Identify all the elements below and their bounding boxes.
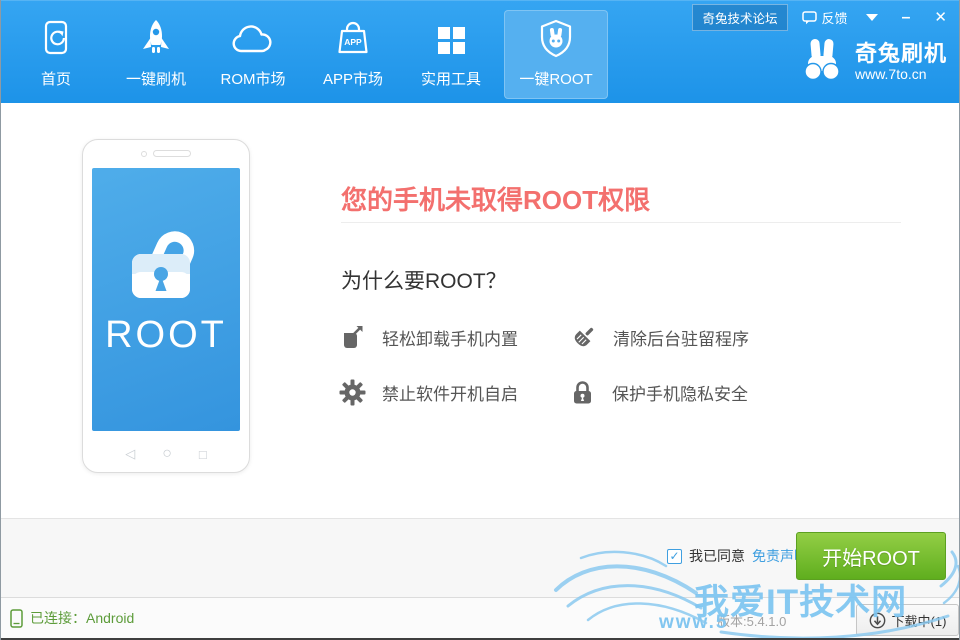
rocket-icon (136, 14, 176, 66)
open-lock-icon (118, 208, 214, 304)
nav-item-flash[interactable]: 一键刷机 (106, 10, 206, 99)
chevron-down-icon[interactable] (866, 14, 878, 21)
topbar: 奇兔技术论坛 反馈 – ✕ (692, 4, 951, 31)
brand-url: www.7to.cn (855, 66, 947, 83)
feedback-label: 反馈 (822, 8, 848, 27)
app-bag-icon: APP (332, 14, 374, 66)
nav-item-one-key-root[interactable]: 一键ROOT (504, 10, 608, 99)
nav-item-label: 一键ROOT (519, 68, 592, 89)
phone-screen: ROOT (92, 168, 240, 431)
shield-rabbit-icon (535, 14, 577, 66)
rabbit-logo-icon (798, 37, 846, 87)
nav-item-label: 首页 (41, 68, 71, 89)
nav-item-label: 一键刷机 (126, 68, 186, 89)
uninstall-phone-icon (339, 324, 366, 351)
cloud-icon (229, 14, 277, 66)
nav-item-label: APP市场 (323, 68, 383, 89)
connection-label: 已连接：Android (30, 608, 134, 628)
feature-clean: 清除后台驻留程序 (569, 324, 749, 352)
connection-status: 已连接：Android (10, 608, 134, 628)
feature-privacy: 保护手机隐私安全 (569, 379, 749, 406)
divider (341, 222, 901, 223)
phone-speaker (83, 150, 249, 157)
app-bag-text: APP (344, 37, 362, 47)
close-button[interactable]: ✕ (930, 9, 951, 27)
main-content: ROOT ◁ ○ □ 您的手机未取得ROOT权限 为什么要ROOT？ 轻松卸载手… (1, 104, 960, 518)
download-label: 下载中(1) (892, 611, 947, 630)
nav-item-tools[interactable]: 实用工具 (401, 10, 501, 99)
header: 首页 一键刷机 ROM市场 (1, 0, 960, 103)
minimize-button[interactable]: – (896, 9, 917, 27)
feature-label: 清除后台驻留程序 (613, 325, 749, 350)
download-status-button[interactable]: 下载中(1) (856, 604, 959, 636)
why-root-heading: 为什么要ROOT？ (341, 265, 507, 295)
forum-button[interactable]: 奇兔技术论坛 (692, 4, 787, 31)
speech-bubble-icon (802, 11, 817, 25)
download-icon (869, 612, 886, 629)
agree-label: 我已同意 (689, 546, 745, 566)
brand-name: 奇兔刷机 (855, 42, 947, 66)
feedback-button[interactable]: 反馈 (802, 8, 848, 27)
page-title: 您的手机未取得ROOT权限 (341, 180, 650, 217)
agree-checkbox[interactable]: ✓ (667, 549, 682, 564)
nav-item-label: ROM市场 (221, 68, 286, 89)
start-root-button[interactable]: 开始ROOT (796, 532, 946, 580)
feature-label: 禁止软件开机自启 (382, 380, 518, 405)
brush-icon (569, 324, 597, 352)
feature-uninstall: 轻松卸载手机内置 (339, 324, 569, 351)
agree-row: ✓ 我已同意免责声明 (667, 546, 808, 566)
nav-item-label: 实用工具 (421, 68, 481, 89)
nav-item-home[interactable]: 首页 (26, 10, 86, 99)
nav-item-app-market[interactable]: APP APP市场 (303, 10, 403, 99)
brand-logo: 奇兔刷机 www.7to.cn (798, 37, 947, 87)
app-window: 首页 一键刷机 ROM市场 (0, 0, 960, 640)
privacy-lock-icon (569, 379, 596, 406)
status-bar (1, 597, 960, 638)
android-home-icon: ○ (162, 445, 172, 463)
gear-icon (339, 379, 366, 406)
version-label: 版本:5.4.1.0 (717, 611, 786, 630)
phone-screen-label: ROOT (105, 314, 227, 357)
feature-autostart: 禁止软件开机自启 (339, 379, 569, 406)
grid-tools-icon (432, 14, 470, 66)
nav-item-rom-market[interactable]: ROM市场 (203, 10, 303, 99)
feature-list: 轻松卸载手机内置 清除后台驻留程序 (339, 310, 749, 420)
home-refresh-icon (36, 14, 76, 66)
android-recent-icon: □ (199, 447, 207, 462)
android-back-icon: ◁ (125, 446, 135, 462)
feature-label: 保护手机隐私安全 (612, 380, 748, 405)
phone-illustration: ROOT ◁ ○ □ (82, 139, 250, 473)
connected-phone-icon (10, 609, 23, 628)
feature-label: 轻松卸载手机内置 (382, 325, 518, 350)
phone-nav-buttons: ◁ ○ □ (83, 445, 249, 463)
